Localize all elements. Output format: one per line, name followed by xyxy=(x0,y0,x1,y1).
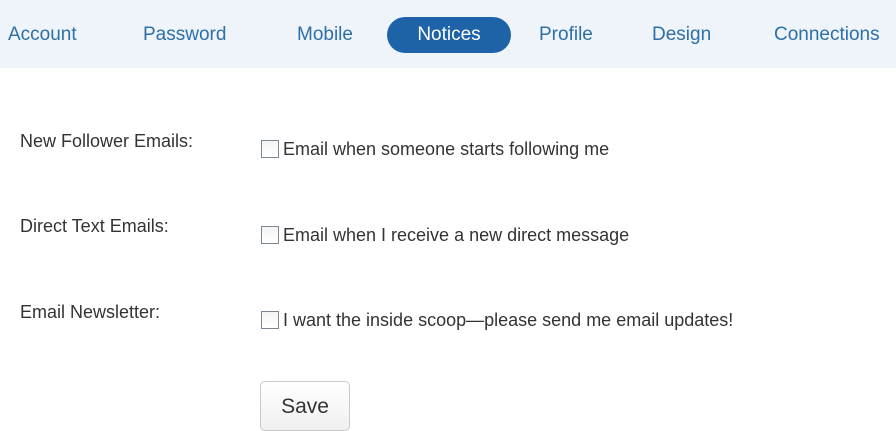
direct-text-emails-label: Direct Text Emails: xyxy=(20,216,169,236)
tab-account[interactable]: Account xyxy=(8,17,77,53)
new-follower-emails-text[interactable]: Email when someone starts following me xyxy=(283,139,609,160)
save-button[interactable]: Save xyxy=(260,381,350,431)
direct-text-emails-checkbox[interactable] xyxy=(261,226,279,244)
tab-mobile[interactable]: Mobile xyxy=(297,17,353,53)
direct-text-emails-option: Email when I receive a new direct messag… xyxy=(261,224,629,246)
tab-notices[interactable]: Notices xyxy=(387,17,511,53)
email-newsletter-text[interactable]: I want the inside scoop—please send me e… xyxy=(283,310,733,331)
tab-design[interactable]: Design xyxy=(652,17,711,53)
new-follower-emails-checkbox[interactable] xyxy=(261,140,279,158)
settings-tab-bar: Account Password Mobile Notices Profile … xyxy=(0,0,896,68)
tab-password[interactable]: Password xyxy=(143,17,226,53)
tab-profile[interactable]: Profile xyxy=(539,17,593,53)
email-newsletter-option: I want the inside scoop—please send me e… xyxy=(261,309,733,331)
direct-text-emails-text[interactable]: Email when I receive a new direct messag… xyxy=(283,225,629,246)
new-follower-emails-option: Email when someone starts following me xyxy=(261,138,609,160)
new-follower-emails-label: New Follower Emails: xyxy=(20,131,194,151)
tab-connections[interactable]: Connections xyxy=(774,17,880,53)
email-newsletter-checkbox[interactable] xyxy=(261,311,279,329)
email-newsletter-label: Email Newsletter: xyxy=(20,302,161,322)
